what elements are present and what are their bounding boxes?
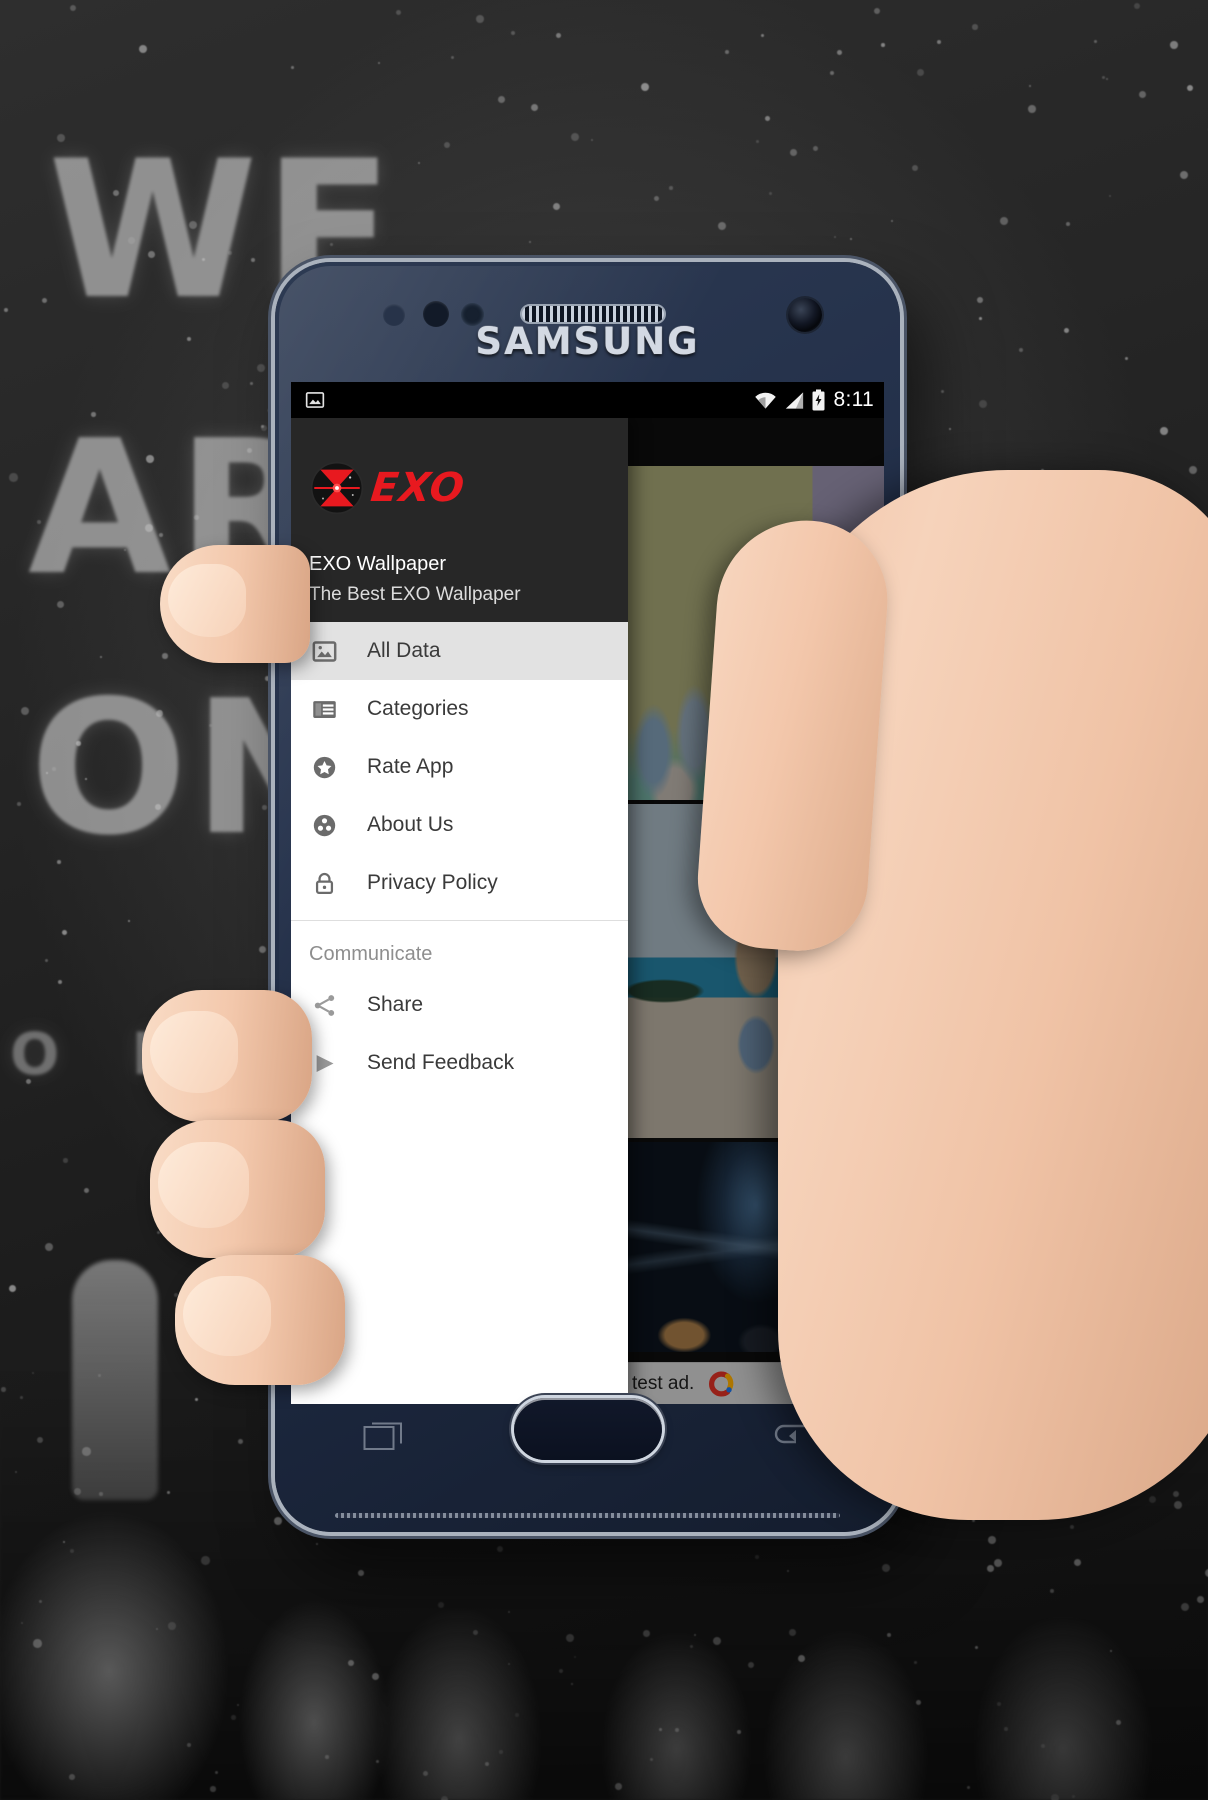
wifi-icon: [755, 392, 777, 409]
drawer-header: EXO EXO Wallpaper The Best EXO Wallpaper: [291, 418, 628, 622]
drawer-item-label: Rate App: [367, 755, 454, 778]
device-nav-bar: [275, 1388, 900, 1496]
drawer-app-name: EXO Wallpaper: [309, 553, 447, 575]
phone-screen: 8:11 test ad. EXO EXO Wallpaper The Best…: [291, 382, 884, 1404]
drawer-menu: All Data Categories Rate App About Us Pr…: [291, 622, 628, 1404]
image-icon: [309, 636, 339, 666]
status-bar-clock: 8:11: [833, 388, 874, 411]
drawer-item-categories[interactable]: Categories: [291, 680, 628, 738]
group-circle-icon: [309, 810, 339, 840]
drawer-app-subtitle: The Best EXO Wallpaper: [309, 584, 521, 605]
drawer-item-rate-app[interactable]: Rate App: [291, 738, 628, 796]
device-brand-label: SAMSUNG: [475, 320, 700, 363]
recents-icon[interactable]: [363, 1418, 409, 1459]
drawer-logo-text: EXO: [368, 465, 468, 511]
cellular-signal-icon: [786, 391, 804, 409]
status-bar-notifications: [305, 390, 325, 410]
share-icon: [309, 990, 339, 1020]
drawer-item-label: All Data: [367, 639, 441, 662]
drawer-item-label: Privacy Policy: [367, 871, 498, 894]
lock-icon: [309, 868, 339, 898]
status-bar: 8:11: [291, 382, 884, 418]
drawer-item-send-feedback[interactable]: Send Feedback: [291, 1034, 628, 1092]
exo-logo-icon: [310, 461, 364, 515]
drawer-item-share[interactable]: Share: [291, 976, 628, 1034]
drawer-item-label: Send Feedback: [367, 1051, 515, 1074]
status-bar-indicators: 8:11: [754, 388, 874, 412]
drawer-item-label: Categories: [367, 697, 469, 720]
drawer-logo: EXO: [309, 460, 610, 516]
navigation-drawer: EXO EXO Wallpaper The Best EXO Wallpaper: [291, 418, 628, 1404]
list-alt-icon: [309, 694, 339, 724]
drawer-item-all-data[interactable]: All Data: [291, 622, 628, 680]
drawer-section-label: Communicate: [309, 943, 433, 965]
graffiti-line-4: O R E: [10, 1020, 314, 1088]
drawer-item-label: Share: [367, 993, 424, 1016]
back-icon[interactable]: [770, 1418, 816, 1459]
drawer-item-label: About Us: [367, 813, 454, 836]
app-content: test ad. EXO EXO Wallpaper The Best EXO …: [291, 418, 884, 1404]
samsung-phone: SAMSUNG 8:11 test ad. EXO EXO Wallpaper …: [275, 262, 900, 1532]
star-circle-icon: [309, 752, 339, 782]
bottom-speaker-grille: [335, 1513, 840, 1518]
image-notification-icon: [305, 392, 325, 408]
drawer-item-privacy-policy[interactable]: Privacy Policy: [291, 854, 628, 912]
send-icon: [309, 1048, 339, 1078]
battery-charging-icon: [812, 389, 825, 411]
singer-silhouette: [72, 1260, 158, 1500]
drawer-item-about-us[interactable]: About Us: [291, 796, 628, 854]
home-button[interactable]: [513, 1398, 662, 1460]
